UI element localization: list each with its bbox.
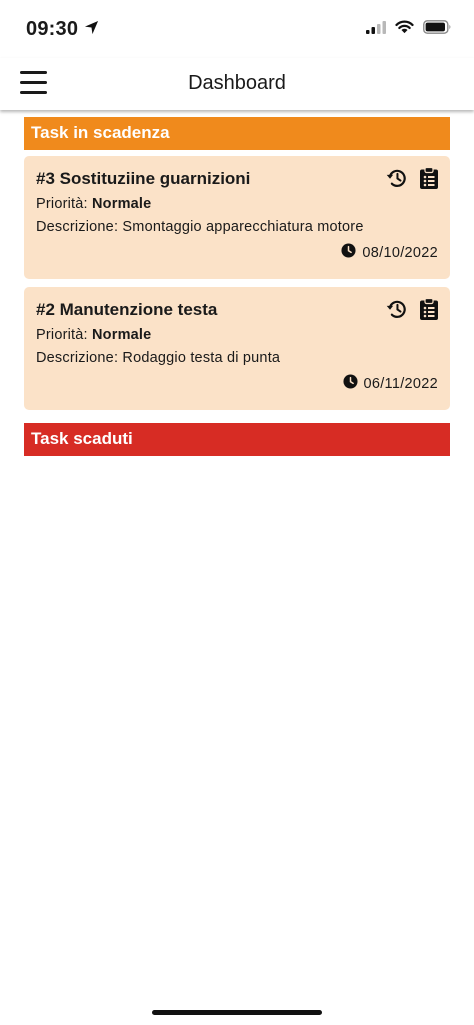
cellular-signal-icon — [366, 20, 386, 39]
task-card[interactable]: #3 Sostituziine guarnizioni Priorità: No… — [24, 156, 450, 279]
description-value: Smontaggio apparecchiatura motore — [122, 219, 364, 235]
task-description: Descrizione: Smontaggio apparecchiatura … — [36, 219, 438, 235]
clock-icon — [342, 374, 358, 393]
priority-value: Normale — [92, 196, 152, 212]
date-text: 08/10/2022 — [362, 244, 438, 261]
nav-bar: Dashboard — [0, 58, 474, 110]
description-value: Rodaggio testa di punta — [122, 350, 281, 366]
task-title: #3 Sostituziine guarnizioni — [36, 169, 251, 188]
status-indicators — [366, 20, 452, 39]
clipboard-list-icon[interactable] — [420, 298, 438, 320]
section-header-expired: Task scaduti — [24, 423, 450, 456]
task-card[interactable]: #2 Manutenzione testa Priorità: Normale … — [24, 287, 450, 410]
description-label: Descrizione: — [36, 219, 119, 235]
status-time: 09:30 — [26, 18, 99, 41]
priority-label: Priorità: — [36, 327, 88, 343]
priority-label: Priorità: — [36, 196, 88, 212]
date-text: 06/11/2022 — [363, 375, 438, 392]
battery-icon — [423, 20, 452, 39]
clock-icon — [341, 243, 356, 262]
task-priority: Priorità: Normale — [36, 196, 438, 212]
task-date: 08/10/2022 — [341, 243, 438, 262]
clock-text: 09:30 — [26, 18, 79, 40]
task-actions — [386, 167, 438, 189]
home-indicator[interactable] — [152, 1010, 322, 1015]
page-title: Dashboard — [188, 72, 286, 94]
task-actions — [386, 298, 438, 320]
location-arrow-icon — [84, 18, 99, 41]
task-date: 06/11/2022 — [342, 374, 439, 393]
section-header-due: Task in scadenza — [24, 117, 450, 150]
description-label: Descrizione: — [36, 350, 119, 366]
status-bar: 09:30 — [0, 0, 474, 58]
task-description: Descrizione: Rodaggio testa di punta — [36, 350, 438, 366]
history-icon[interactable] — [386, 167, 408, 189]
clipboard-list-icon[interactable] — [420, 167, 438, 189]
task-priority: Priorità: Normale — [36, 327, 438, 343]
history-icon[interactable] — [386, 298, 408, 320]
priority-value: Normale — [92, 327, 152, 343]
wifi-icon — [395, 20, 414, 39]
task-title: #2 Manutenzione testa — [36, 300, 218, 319]
